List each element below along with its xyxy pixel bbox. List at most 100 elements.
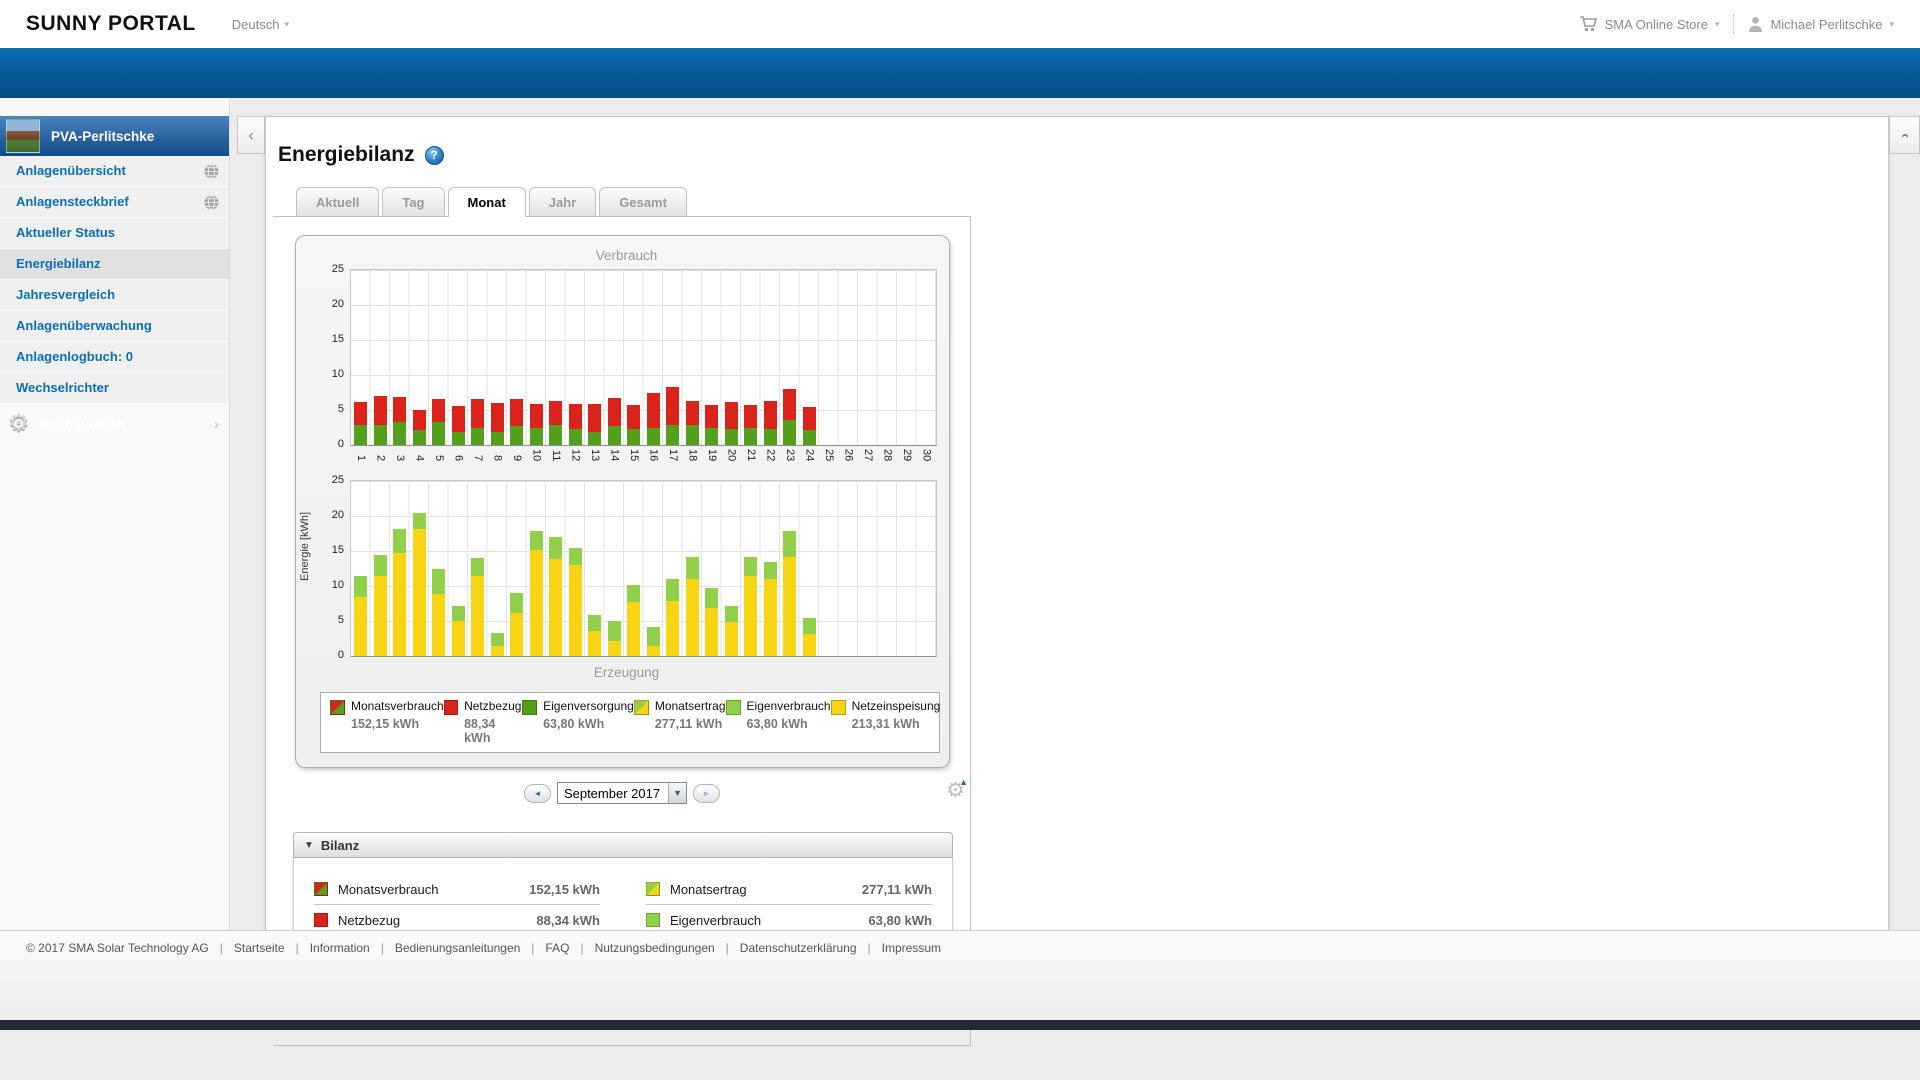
footer-link-nutzungsbedingungen[interactable]: Nutzungsbedingungen bbox=[595, 941, 715, 955]
bar-day-12 bbox=[566, 481, 586, 656]
footer-link-impressum[interactable]: Impressum bbox=[882, 941, 941, 955]
bar-segment-netzeinspeisung bbox=[588, 631, 601, 656]
bar-segment-netzbezug bbox=[588, 404, 601, 432]
tab-aktuell[interactable]: Aktuell bbox=[296, 187, 379, 216]
bar-segment-netzeinspeisung bbox=[705, 608, 718, 656]
bar-segment-netzeinspeisung bbox=[413, 529, 426, 656]
bar-day-10 bbox=[527, 270, 547, 445]
legend-value: 63,80 kWh bbox=[747, 717, 831, 731]
bar-day-20 bbox=[722, 270, 742, 445]
sidebar-item-konfiguration[interactable]: ⚙ Konfiguration › bbox=[0, 405, 229, 443]
bar-segment-eigenverbrauch bbox=[354, 576, 367, 597]
bar-segment-netzbezug bbox=[705, 405, 718, 427]
sidebar-item-anlagenlogbuch-0[interactable]: Anlagenlogbuch: 0 bbox=[0, 342, 229, 372]
footer-link-bedienungsanleitungen[interactable]: Bedienungsanleitungen bbox=[395, 941, 520, 955]
x-tick-label: 26 bbox=[839, 449, 859, 480]
footer-link-startseite[interactable]: Startseite bbox=[234, 941, 285, 955]
bar-segment-eigenversorgung bbox=[666, 425, 679, 445]
bar-day-7 bbox=[468, 270, 488, 445]
legend-item-netzeinspeisung: Netzeinspeisung213,31 kWh bbox=[831, 699, 941, 745]
sidebar-item-anlagen-bersicht[interactable]: Anlagenübersicht bbox=[0, 156, 229, 186]
sidebar-item-aktueller-status[interactable]: Aktueller Status bbox=[0, 218, 229, 248]
sidebar-item-anlagen-berwachung[interactable]: Anlagenüberwachung bbox=[0, 311, 229, 341]
sidebar-item-label: Aktueller Status bbox=[16, 218, 219, 248]
page-footer: © 2017 SMA Solar Technology AG|Startseit… bbox=[0, 930, 1920, 1020]
bar-segment-netzbezug bbox=[393, 397, 406, 422]
y-axis-ticks: 0510152025 bbox=[316, 269, 350, 446]
bar-segment-eigenverbrauch bbox=[569, 548, 582, 566]
bilanz-swatch-icon bbox=[646, 913, 660, 927]
bar-day-22 bbox=[761, 270, 781, 445]
footer-link-faq[interactable]: FAQ bbox=[545, 941, 569, 955]
bilanz-header[interactable]: ▼ Bilanz bbox=[293, 832, 953, 858]
sidebar-item-anlagensteckbrief[interactable]: Anlagensteckbrief bbox=[0, 187, 229, 217]
bar-segment-eigenverbrauch bbox=[374, 555, 387, 576]
x-tick-label: 28 bbox=[878, 449, 898, 480]
tab-tag[interactable]: Tag bbox=[382, 187, 444, 216]
x-tick-label: 21 bbox=[741, 449, 761, 480]
bar-segment-eigenversorgung bbox=[744, 428, 757, 445]
chevron-down-icon: ▾ bbox=[1889, 19, 1894, 30]
sidebar-item-energiebilanz[interactable]: Energiebilanz bbox=[0, 249, 229, 279]
sidebar-item-label: Jahresvergleich bbox=[16, 280, 219, 310]
footer-link-datenschutzerkl-rung[interactable]: Datenschutzerklärung bbox=[740, 941, 857, 955]
bar-segment-eigenverbrauch bbox=[705, 588, 718, 608]
bar-day-18 bbox=[683, 270, 703, 445]
bar-segment-netzeinspeisung bbox=[783, 557, 796, 656]
bar-segment-netzbezug bbox=[413, 410, 426, 430]
bar-segment-eigenversorgung bbox=[803, 430, 816, 445]
legend-value: 277,11 kWh bbox=[655, 717, 726, 731]
x-tick-label: 6 bbox=[449, 449, 469, 480]
sidebar-item-wechselrichter[interactable]: Wechselrichter bbox=[0, 373, 229, 403]
y-tick-label: 0 bbox=[320, 649, 344, 661]
plant-thumbnail bbox=[6, 119, 40, 153]
plant-header[interactable]: PVA-Perlitschke bbox=[0, 116, 229, 156]
month-select[interactable]: September 2017 ▼ bbox=[557, 782, 687, 804]
x-tick-label: 17 bbox=[663, 449, 683, 480]
footer-link-information[interactable]: Information bbox=[310, 941, 370, 955]
bar-day-6 bbox=[449, 481, 469, 656]
x-tick-label: 27 bbox=[858, 449, 878, 480]
tab-gesamt[interactable]: Gesamt bbox=[599, 187, 687, 216]
online-store-menu[interactable]: SMA Online Store ▾ bbox=[1579, 16, 1720, 32]
y-axis-label: Energie [kWh] bbox=[299, 336, 311, 756]
sidebar-item-label: Anlagenlogbuch: 0 bbox=[16, 342, 219, 372]
x-tick-label: 8 bbox=[488, 449, 508, 480]
legend-swatch-icon bbox=[634, 700, 649, 715]
chart-settings-button[interactable]: ⚙ ▲ bbox=[946, 780, 965, 801]
plant-name: PVA-Perlitschke bbox=[51, 129, 154, 144]
user-menu[interactable]: Michael Perlitschke ▾ bbox=[1748, 16, 1894, 32]
help-icon[interactable]: ? bbox=[425, 146, 444, 165]
tab-jahr[interactable]: Jahr bbox=[529, 187, 596, 216]
chart-title-erzeugung: Erzeugung bbox=[334, 665, 919, 680]
footer-separator: | bbox=[296, 941, 299, 955]
legend-value: 63,80 kWh bbox=[543, 717, 634, 731]
bar-segment-netzeinspeisung bbox=[549, 559, 562, 656]
sidebar-collapse-button[interactable]: ‹ bbox=[237, 116, 265, 154]
bilanz-row-value: 277,11 kWh bbox=[862, 882, 932, 897]
bar-segment-eigenversorgung bbox=[354, 425, 367, 445]
date-selector-row: ◄ September 2017 ▼ ► ⚙ ▲ bbox=[273, 780, 971, 806]
x-tick-label: 30 bbox=[917, 449, 937, 480]
bar-segment-eigenversorgung bbox=[491, 432, 504, 445]
x-tick-label: 18 bbox=[683, 449, 703, 480]
triangle-up-icon: ▲ bbox=[959, 777, 968, 787]
language-selector[interactable]: Deutsch ▾ bbox=[232, 17, 289, 32]
legend-swatch-icon bbox=[444, 700, 458, 715]
consumption-plot bbox=[350, 269, 937, 446]
bilanz-row-value: 152,15 kWh bbox=[529, 882, 600, 897]
bar-segment-netzeinspeisung bbox=[666, 601, 679, 656]
tab-monat[interactable]: Monat bbox=[448, 187, 526, 217]
sidebar-item-jahresvergleich[interactable]: Jahresvergleich bbox=[0, 280, 229, 310]
bar-day-26 bbox=[839, 270, 859, 445]
chevron-down-icon: ▼ bbox=[668, 783, 686, 803]
next-month-button[interactable]: ► bbox=[693, 784, 720, 803]
bar-segment-netzeinspeisung bbox=[744, 576, 757, 657]
previous-month-button[interactable]: ◄ bbox=[524, 784, 551, 803]
bar-segment-netzbezug bbox=[803, 407, 816, 430]
x-tick-label: 20 bbox=[722, 449, 742, 480]
scroll-top-button[interactable]: › bbox=[1889, 116, 1920, 154]
x-axis-ticks: 1234567891011121314151617181920212223242… bbox=[351, 446, 936, 480]
bilanz-swatch-icon bbox=[314, 882, 328, 896]
legend-swatch-icon bbox=[726, 700, 741, 715]
